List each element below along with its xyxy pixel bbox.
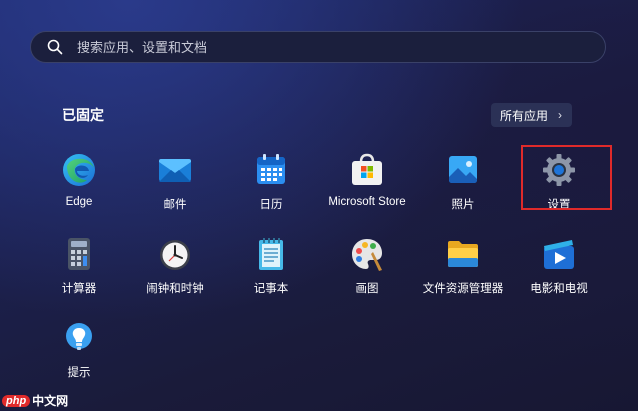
movies-tv-icon [544,240,574,269]
pinned-section-title: 已固定 [62,107,104,123]
app-label: Microsoft Store [328,196,406,208]
calculator-icon [68,238,90,270]
search-icon [47,39,63,55]
tips-lightbulb-icon [66,323,92,350]
search-input[interactable] [75,38,559,56]
search-box[interactable] [30,31,606,63]
app-tips[interactable]: 提示 [33,316,125,390]
chevron-right-icon: › [558,108,563,122]
app-movies-tv[interactable]: 电影和电视 [513,232,605,306]
watermark-logo: php [2,394,31,407]
app-label: 设置 [547,199,571,211]
app-label: Edge [65,196,93,208]
store-icon [352,153,382,185]
photos-icon [449,156,477,183]
app-label: 电影和电视 [530,283,588,295]
app-label: 邮件 [163,199,187,211]
app-photos[interactable]: 照片 [417,148,509,222]
app-label: 计算器 [61,283,97,295]
calendar-icon [257,154,285,184]
app-calculator[interactable]: 计算器 [33,232,125,306]
app-label: 文件资源管理器 [422,283,504,295]
app-calendar[interactable]: 日历 [225,148,317,222]
app-clock[interactable]: 闹钟和时钟 [129,232,221,306]
clock-icon [160,240,190,270]
app-label: 画图 [355,283,379,295]
app-label: 日历 [259,199,283,211]
settings-gear-icon [543,154,575,186]
mail-icon [159,159,191,182]
all-apps-button[interactable]: 所有应用 › [491,103,573,127]
edge-icon [63,154,95,186]
watermark-site: 中文网 [32,394,69,408]
app-label: 闹钟和时钟 [146,283,204,295]
app-label: 照片 [451,199,475,211]
app-paint[interactable]: 画图 [321,232,413,306]
app-notepad[interactable]: 记事本 [225,232,317,306]
app-edge[interactable]: Edge [33,148,125,222]
app-label: 提示 [67,367,91,379]
watermark: php 中文网 [2,392,68,409]
app-settings[interactable]: 设置 [513,148,605,222]
app-microsoft-store[interactable]: Microsoft Store [321,148,413,222]
notepad-icon [259,238,283,270]
all-apps-label: 所有应用 [500,108,549,123]
folder-icon [448,241,478,267]
app-mail[interactable]: 邮件 [129,148,221,222]
app-file-explorer[interactable]: 文件资源管理器 [417,232,509,306]
app-label: 记事本 [253,283,289,295]
paint-palette-icon [352,239,382,271]
